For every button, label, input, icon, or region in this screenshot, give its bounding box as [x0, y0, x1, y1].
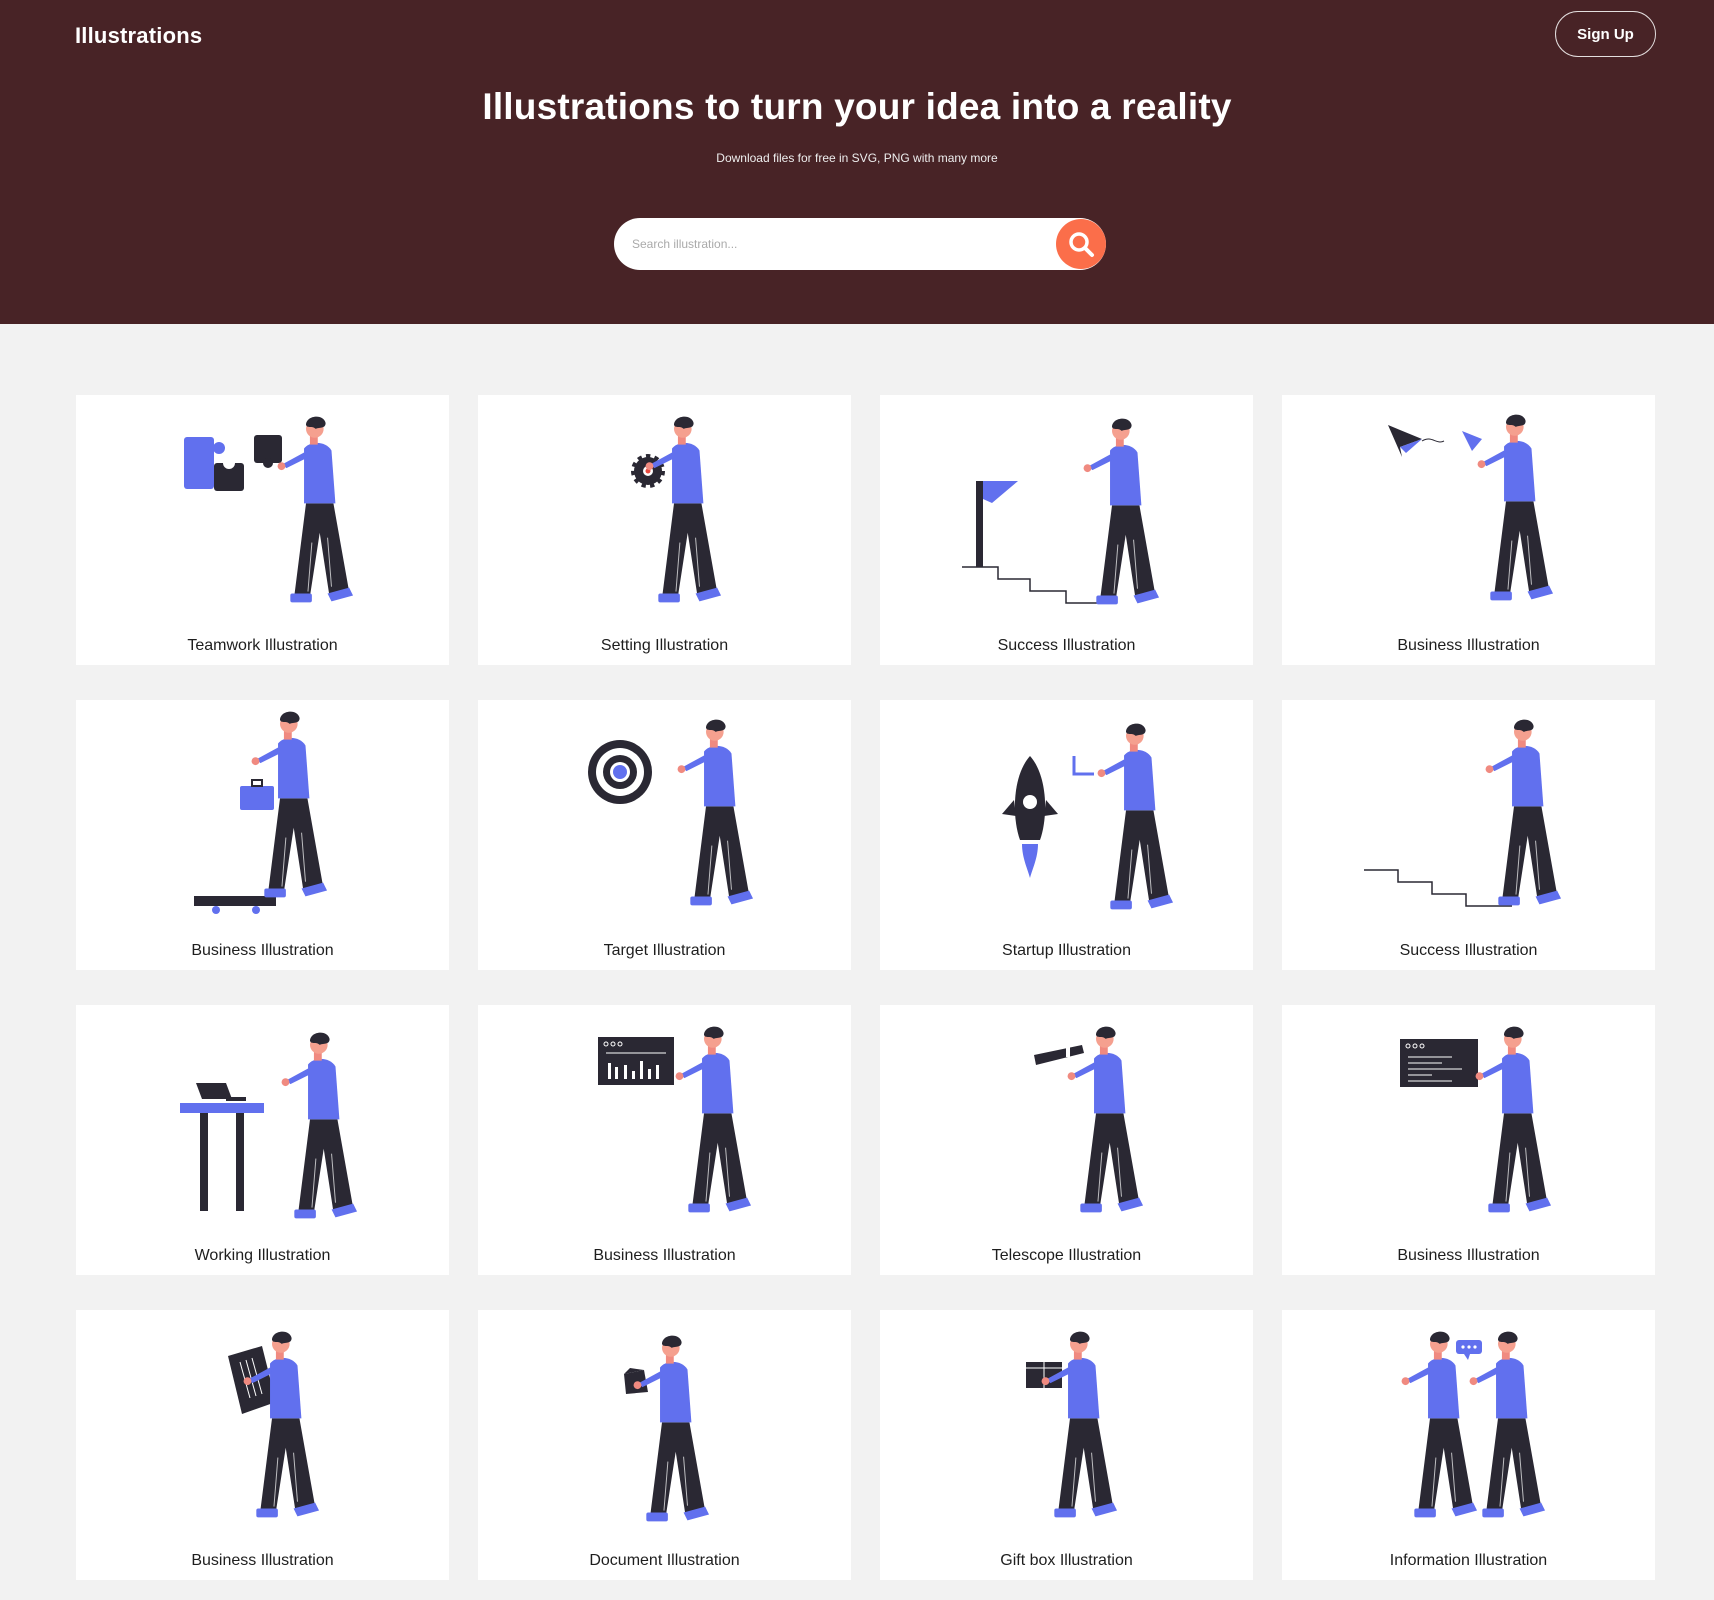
illustration-card[interactable]: Target Illustration [478, 700, 851, 970]
gift-box-illustration-icon [1026, 1331, 1118, 1518]
desk-laptop-illustration-icon [180, 1032, 358, 1219]
hero-header: Illustrations Sign Up Illustrations to t… [0, 0, 1714, 324]
brand-logo[interactable]: Illustrations [75, 23, 202, 49]
illustration-card[interactable]: Business Illustration [1282, 395, 1655, 665]
search-button[interactable] [1056, 219, 1106, 269]
paper-plane-illustration-icon [1388, 414, 1554, 601]
card-title: Business Illustration [593, 1247, 736, 1264]
page-headline: Illustrations to turn your idea into a r… [482, 86, 1232, 127]
card-title: Target Illustration [603, 942, 726, 959]
card-title: Information Illustration [1389, 1552, 1548, 1569]
stairs-illustration-icon [1364, 719, 1562, 907]
rocket-illustration-icon [1002, 723, 1174, 910]
document-illustration-icon [624, 1335, 710, 1522]
card-title: Startup Illustration [1002, 942, 1131, 959]
card-title: Teamwork Illustration [187, 637, 338, 654]
briefcase-skateboard-illustration-icon [194, 711, 328, 914]
signup-button[interactable]: Sign Up [1555, 11, 1656, 57]
card-title: Success Illustration [1399, 942, 1538, 959]
illustration-card[interactable]: Success Illustration [880, 395, 1253, 665]
puzzle-illustration-icon [184, 416, 354, 603]
card-title: Business Illustration [191, 1552, 334, 1569]
search-icon [1069, 232, 1094, 257]
illustration-card[interactable]: Gift box Illustration [880, 1310, 1253, 1580]
illustration-card[interactable]: Document Illustration [478, 1310, 851, 1580]
illustration-card[interactable]: Startup Illustration [880, 700, 1253, 970]
illustration-card[interactable]: Business Illustration [76, 700, 449, 970]
card-title: Setting Illustration [600, 637, 729, 654]
page-subline: Download files for free in SVG, PNG with… [716, 151, 998, 165]
illustration-card[interactable]: Telescope Illustration [880, 1005, 1253, 1275]
text-board-illustration-icon [1400, 1026, 1552, 1213]
card-title: Business Illustration [191, 942, 334, 959]
illustration-card[interactable]: Business Illustration [1282, 1005, 1655, 1275]
search-input[interactable] [632, 218, 1032, 270]
illustration-card[interactable]: Working Illustration [76, 1005, 449, 1275]
telescope-illustration-icon [1034, 1026, 1144, 1213]
search-bar [614, 218, 1106, 270]
card-title: Business Illustration [1397, 1247, 1540, 1264]
card-title: Document Illustration [589, 1552, 740, 1569]
chart-board-illustration-icon [598, 1026, 752, 1213]
gear-illustration-icon [631, 416, 722, 603]
card-title: Telescope Illustration [991, 1247, 1142, 1264]
illustration-card[interactable]: Business Illustration [478, 1005, 851, 1275]
illustration-card[interactable]: Business Illustration [76, 1310, 449, 1580]
target-illustration-icon [588, 719, 754, 906]
card-title: Business Illustration [1397, 637, 1540, 654]
illustration-card[interactable]: Information Illustration [1282, 1310, 1655, 1580]
illustration-grid: Teamwork Illustration Setting Illustrati… [76, 395, 1656, 1580]
card-title: Working Illustration [194, 1247, 331, 1264]
illustration-card[interactable]: Setting Illustration [478, 395, 851, 665]
two-people-chat-illustration-icon [1401, 1331, 1546, 1518]
flag-stairs-illustration-icon [962, 418, 1160, 605]
card-title: Success Illustration [997, 637, 1136, 654]
illustration-card[interactable]: Teamwork Illustration [76, 395, 449, 665]
ledger-illustration-icon [228, 1331, 320, 1518]
card-title: Gift box Illustration [1000, 1552, 1133, 1569]
illustration-card[interactable]: Success Illustration [1282, 700, 1655, 970]
